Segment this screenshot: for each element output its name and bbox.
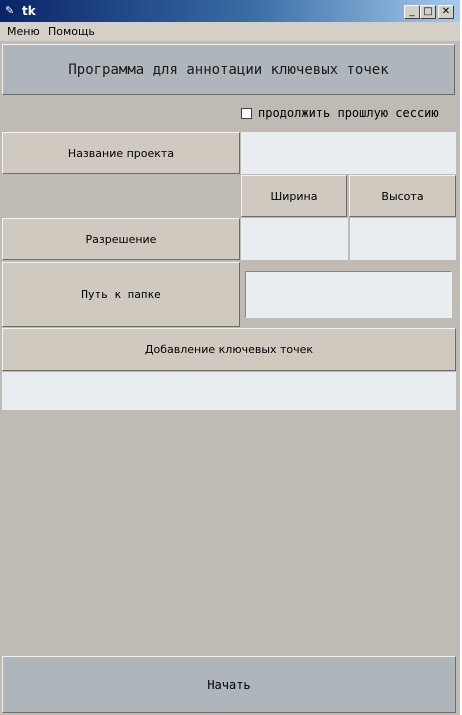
folder-path-input[interactable] xyxy=(245,271,452,318)
title-bar[interactable]: ✎ tk _ □ ✕ xyxy=(0,0,460,22)
window-title: tk xyxy=(22,4,36,18)
app-header: Программа для аннотации ключевых точек xyxy=(2,44,455,95)
main-content: Программа для аннотации ключевых точек п… xyxy=(0,41,460,715)
maximize-icon: □ xyxy=(423,6,433,17)
start-button[interactable]: Начать xyxy=(2,656,456,713)
close-button[interactable]: ✕ xyxy=(438,5,454,19)
feather-icon: ✎ xyxy=(5,4,15,17)
continue-session-checkbox[interactable] xyxy=(241,107,252,119)
project-name-label: Название проекта xyxy=(2,132,240,174)
project-name-input[interactable] xyxy=(241,132,456,174)
folder-path-label: Путь к папке xyxy=(2,262,240,327)
close-icon: ✕ xyxy=(441,6,451,17)
width-label: Ширина xyxy=(241,175,347,217)
resolution-width-input[interactable] xyxy=(241,218,348,260)
app-window: ✎ tk _ □ ✕ Меню Помощь Программа для анн… xyxy=(0,0,460,715)
maximize-button[interactable]: □ xyxy=(420,5,436,19)
minimize-icon: _ xyxy=(409,6,415,17)
menu-main[interactable]: Меню xyxy=(7,25,40,39)
add-keypoints-label: Добавление ключевых точек xyxy=(2,328,456,371)
menu-bar: Меню Помощь xyxy=(0,22,460,41)
resolution-height-input[interactable] xyxy=(350,218,456,260)
menu-help[interactable]: Помощь xyxy=(48,25,95,39)
height-label: Высота xyxy=(349,175,456,217)
continue-session-option[interactable]: продолжить прошлую сессию xyxy=(241,106,439,120)
resolution-label: Разрешение xyxy=(2,218,240,260)
keypoints-input[interactable] xyxy=(2,372,456,410)
minimize-button[interactable]: _ xyxy=(404,5,420,19)
continue-session-label: продолжить прошлую сессию xyxy=(258,106,439,120)
